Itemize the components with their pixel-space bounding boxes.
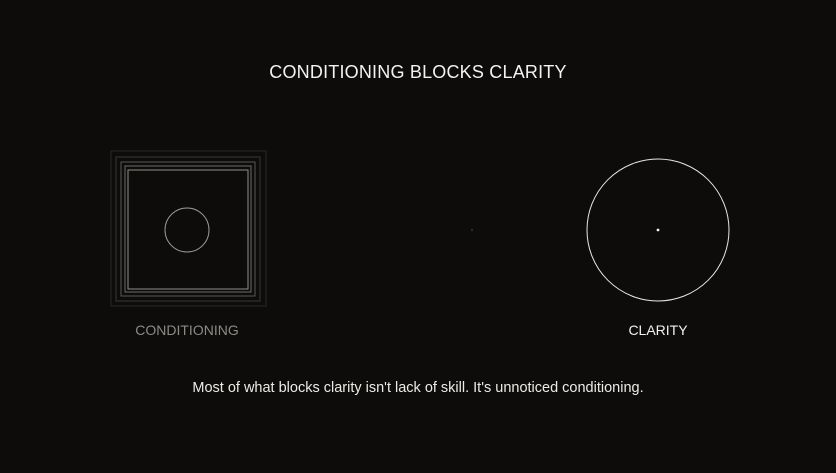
outer-frame-4	[110, 150, 267, 307]
inner-frame	[127, 169, 249, 290]
center-point	[471, 229, 473, 231]
conditioning-figure	[110, 150, 267, 307]
diagram-caption: Most of what blocks clarity isn't lack o…	[192, 380, 644, 396]
clarity-center-dot	[656, 228, 660, 232]
outer-frame-3	[115, 156, 261, 302]
clarity-label: CLARITY	[628, 322, 688, 338]
clarity-figure	[586, 158, 730, 302]
outer-frame-1	[124, 165, 252, 293]
confined-circle	[164, 207, 210, 253]
outer-frame-2	[120, 161, 256, 297]
diagram-canvas	[110, 150, 730, 307]
diagram-stage: CONDITIONING BLOCKS CLARITY CONDITIONING…	[0, 0, 836, 473]
conditioning-label: CONDITIONING	[135, 322, 239, 338]
